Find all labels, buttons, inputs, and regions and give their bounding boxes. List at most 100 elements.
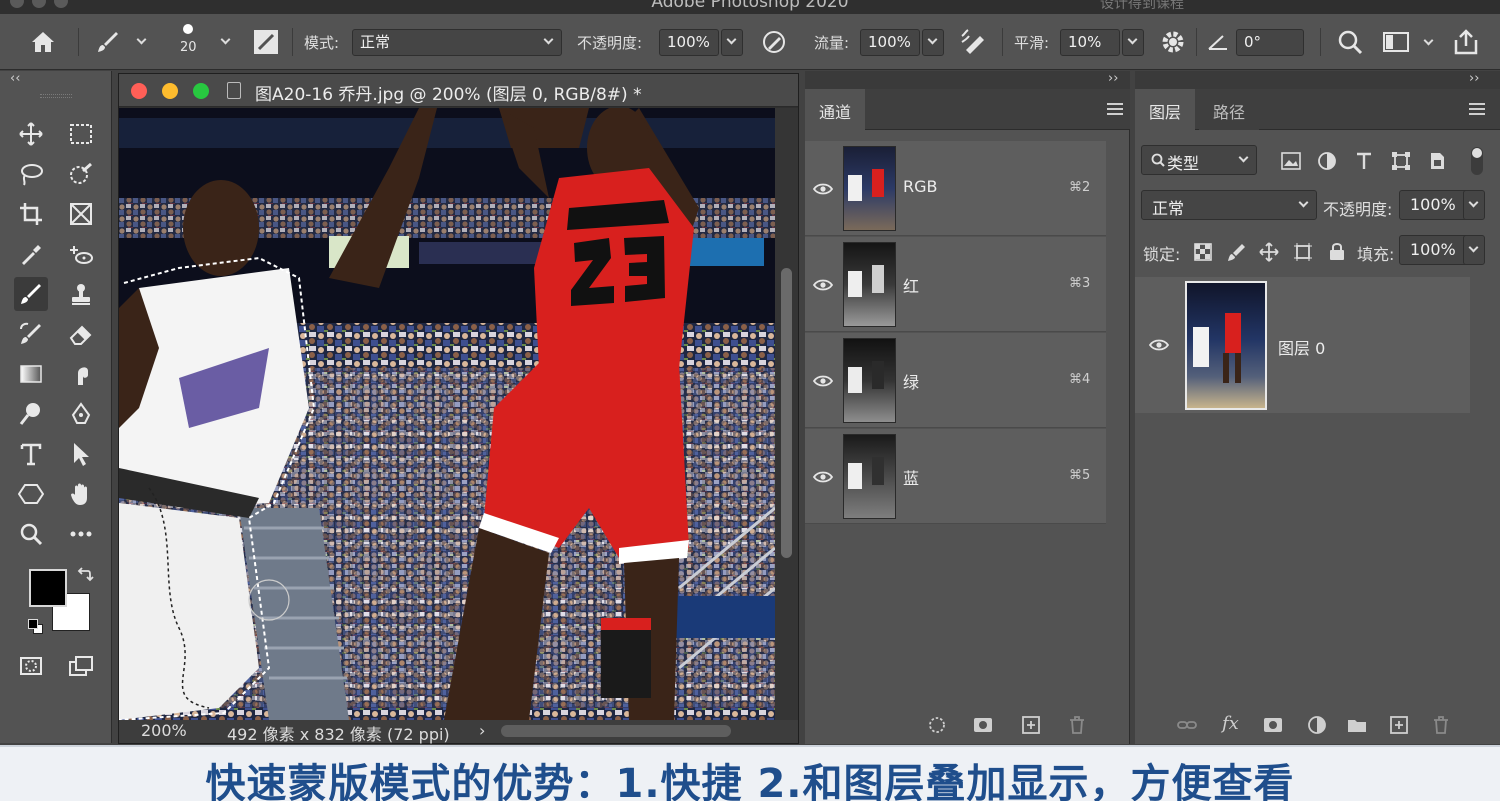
- layer-style-fx-icon[interactable]: fx: [1222, 713, 1239, 734]
- channel-row-rgb[interactable]: RGB ⌘2: [805, 141, 1106, 236]
- lock-artboard-icon[interactable]: [1293, 242, 1313, 262]
- lock-all-icon[interactable]: [1327, 241, 1347, 261]
- type-tool[interactable]: [14, 437, 48, 471]
- frame-tool[interactable]: [64, 197, 98, 231]
- smudge-tool[interactable]: [64, 357, 98, 391]
- pressure-opacity-button[interactable]: [760, 14, 788, 70]
- smoothing-input[interactable]: 10%: [1060, 29, 1120, 56]
- layer-opacity-dropdown[interactable]: [1463, 190, 1485, 220]
- trash-icon[interactable]: [1067, 715, 1087, 735]
- marquee-tool[interactable]: [64, 117, 98, 151]
- adjustment-layer-icon[interactable]: [1307, 715, 1327, 735]
- pen-tool[interactable]: [64, 397, 98, 431]
- workspace-chevron-icon[interactable]: [1423, 35, 1434, 46]
- search-button[interactable]: [1336, 14, 1364, 70]
- channel-row-red[interactable]: 红 ⌘3: [805, 237, 1106, 332]
- filter-pixel-icon[interactable]: [1281, 152, 1301, 170]
- new-group-icon[interactable]: [1347, 715, 1367, 735]
- toolbar-grip[interactable]: [40, 94, 72, 98]
- channels-panel-menu-icon[interactable]: [1107, 103, 1123, 115]
- brush-settings-toggle[interactable]: [252, 14, 280, 70]
- dodge-tool[interactable]: [14, 397, 48, 431]
- quick-mask-button[interactable]: [14, 649, 48, 683]
- maximize-document-icon[interactable]: [193, 83, 209, 99]
- opacity-input[interactable]: 100%: [659, 29, 719, 56]
- flow-input[interactable]: 100%: [860, 29, 920, 56]
- zoom-tool[interactable]: [14, 517, 48, 551]
- channel-row-blue[interactable]: 蓝 ⌘5: [805, 429, 1106, 524]
- swap-colors-icon[interactable]: [76, 567, 94, 585]
- eye-icon[interactable]: [813, 279, 833, 291]
- close-document-icon[interactable]: [131, 83, 147, 99]
- flow-dropdown[interactable]: [922, 29, 944, 56]
- hand-tool[interactable]: [64, 477, 98, 511]
- gradient-tool[interactable]: [14, 357, 48, 391]
- edit-toolbar-button[interactable]: [64, 517, 98, 551]
- crop-tool[interactable]: [14, 197, 48, 231]
- eye-icon[interactable]: [1149, 339, 1169, 351]
- path-selection-tool[interactable]: [64, 437, 98, 471]
- zoom-level-field[interactable]: 200%: [141, 721, 187, 740]
- filter-type-icon[interactable]: [1355, 151, 1373, 171]
- brush-preset-picker[interactable]: [94, 14, 147, 70]
- smoothing-dropdown[interactable]: [1122, 29, 1144, 56]
- filter-adjustment-icon[interactable]: [1317, 151, 1337, 171]
- move-tool[interactable]: [14, 117, 48, 151]
- tab-layers[interactable]: 图层: [1135, 89, 1196, 130]
- status-menu-arrow[interactable]: ›: [479, 721, 485, 740]
- layer-filter-select[interactable]: 类型: [1141, 145, 1257, 175]
- default-colors-icon[interactable]: [28, 619, 44, 635]
- filter-smart-object-icon[interactable]: [1427, 151, 1447, 171]
- new-channel-icon[interactable]: [1021, 715, 1041, 735]
- mode-select[interactable]: 正常: [352, 29, 562, 56]
- save-selection-icon[interactable]: [973, 715, 993, 735]
- fill-dropdown[interactable]: [1463, 235, 1485, 265]
- fill-input[interactable]: 100%: [1399, 235, 1469, 265]
- filter-shape-icon[interactable]: [1391, 151, 1411, 171]
- shape-tool[interactable]: [14, 477, 48, 511]
- smoothing-settings-button[interactable]: [1160, 14, 1186, 70]
- vertical-scroll-thumb[interactable]: [781, 268, 792, 558]
- angle-input[interactable]: 0°: [1236, 29, 1304, 56]
- layers-panel-menu-icon[interactable]: [1469, 103, 1485, 115]
- image-canvas[interactable]: [119, 108, 775, 720]
- trash-icon[interactable]: [1431, 715, 1451, 735]
- layer-row[interactable]: 图层 0: [1135, 277, 1470, 413]
- eye-icon[interactable]: [813, 183, 833, 195]
- clone-stamp-tool[interactable]: [64, 277, 98, 311]
- workspace-button[interactable]: [1382, 14, 1410, 70]
- expand-channels-button[interactable]: ››: [1108, 71, 1118, 86]
- blend-mode-select[interactable]: 正常: [1141, 190, 1317, 220]
- foreground-color-swatch[interactable]: [29, 569, 67, 607]
- airbrush-button[interactable]: [960, 14, 992, 70]
- brush-size-picker[interactable]: 20: [180, 14, 197, 70]
- screen-mode-button[interactable]: [64, 649, 98, 683]
- link-layers-icon[interactable]: [1177, 715, 1197, 735]
- horizontal-scroll-thumb[interactable]: [501, 725, 731, 737]
- quick-selection-tool[interactable]: [64, 157, 98, 191]
- lock-image-pixels-icon[interactable]: [1227, 242, 1247, 262]
- document-tab[interactable]: 图A20-16 乔丹.jpg @ 200% (图层 0, RGB/8#) *: [119, 74, 798, 107]
- vertical-scrollbar[interactable]: [775, 108, 798, 720]
- new-layer-icon[interactable]: [1389, 715, 1409, 735]
- collapse-toolbar-button[interactable]: ‹‹: [10, 71, 20, 86]
- brush-tool[interactable]: [14, 277, 48, 311]
- brush-size-chevron-icon[interactable]: [220, 34, 231, 45]
- share-button[interactable]: [1452, 14, 1480, 70]
- lasso-tool[interactable]: [14, 157, 48, 191]
- eye-icon[interactable]: [813, 471, 833, 483]
- eye-icon[interactable]: [813, 375, 833, 387]
- eraser-tool[interactable]: [64, 317, 98, 351]
- add-mask-icon[interactable]: [1263, 715, 1283, 735]
- healing-brush-tool[interactable]: [64, 237, 98, 271]
- opacity-dropdown[interactable]: [721, 29, 743, 56]
- minimize-document-icon[interactable]: [162, 83, 178, 99]
- home-button[interactable]: [28, 14, 58, 70]
- tab-paths[interactable]: 路径: [1199, 89, 1260, 130]
- layer-opacity-input[interactable]: 100%: [1399, 190, 1469, 220]
- channel-row-green[interactable]: 绿 ⌘4: [805, 333, 1106, 428]
- tab-channels[interactable]: 通道: [805, 89, 866, 130]
- lock-position-icon[interactable]: [1259, 242, 1279, 262]
- filter-toggle[interactable]: [1471, 147, 1483, 175]
- history-brush-tool[interactable]: [14, 317, 48, 351]
